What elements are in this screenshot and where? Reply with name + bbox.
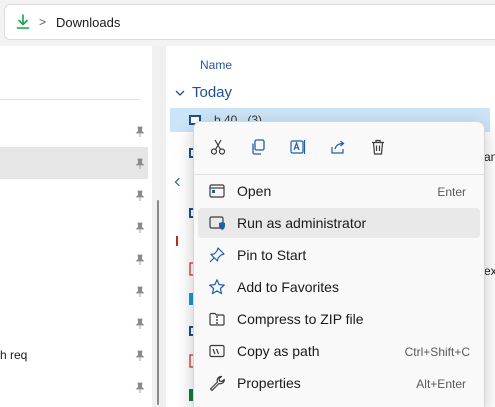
- menu-item-open[interactable]: Open Enter: [198, 176, 480, 206]
- pin-icon[interactable]: [134, 222, 146, 234]
- shield-admin-icon: [209, 216, 225, 230]
- cut-button[interactable]: [203, 132, 233, 162]
- menu-item-shortcut: Enter: [437, 185, 466, 199]
- nav-item-label[interactable]: h req: [0, 348, 27, 362]
- menu-item-add-to-favorites[interactable]: Add to Favorites: [198, 272, 480, 302]
- navigation-pane: h req: [0, 46, 152, 407]
- nav-divider: [0, 99, 140, 100]
- context-menu: Open Enter Run as administrator Pin to S…: [193, 121, 486, 407]
- nav-scrollbar-track[interactable]: [152, 46, 166, 407]
- pin-icon[interactable]: [134, 190, 146, 202]
- wrench-icon: [209, 375, 225, 392]
- menu-item-shortcut: Ctrl+Shift+C: [404, 345, 470, 359]
- menu-item-label: Run as administrator: [237, 215, 367, 231]
- group-marker: [176, 236, 178, 246]
- menu-item-pin-to-start[interactable]: Pin to Start: [198, 240, 480, 270]
- menu-item-compress-to-zip[interactable]: Compress to ZIP file: [198, 304, 480, 334]
- file-name-fragment: ex: [484, 264, 495, 278]
- download-icon: [16, 14, 30, 29]
- pin-icon[interactable]: [134, 382, 146, 394]
- chevron-down-icon: [175, 90, 185, 96]
- file-explorer-window: > Downloads h req Name Today ...b 40...(…: [0, 0, 495, 407]
- menu-item-label: Copy as path: [237, 343, 320, 359]
- menu-item-label: Compress to ZIP file: [237, 311, 364, 327]
- star-icon: [209, 279, 225, 295]
- menu-item-copy-as-path[interactable]: Copy as path Ctrl+Shift+C: [198, 336, 480, 366]
- copy-icon: [252, 139, 265, 155]
- pin-icon[interactable]: [134, 158, 146, 170]
- share-icon: [331, 140, 345, 154]
- column-header-name[interactable]: Name: [200, 58, 232, 72]
- breadcrumb-downloads[interactable]: Downloads: [56, 15, 120, 30]
- menu-item-shortcut: Alt+Enter: [416, 377, 466, 391]
- share-button[interactable]: [323, 132, 353, 162]
- copy-path-icon: [209, 344, 225, 358]
- nav-item-selected[interactable]: [0, 147, 148, 179]
- menu-separator: [194, 174, 486, 175]
- open-window-icon: [209, 184, 225, 198]
- pin-icon[interactable]: [134, 350, 146, 362]
- rename-button[interactable]: [283, 132, 313, 162]
- pin-icon[interactable]: [134, 318, 146, 330]
- menu-item-label: Open: [237, 183, 272, 199]
- delete-icon: [372, 139, 384, 155]
- cut-icon: [210, 139, 226, 155]
- rename-icon: [290, 140, 306, 154]
- quick-actions-bar: [194, 132, 486, 162]
- pin-icon[interactable]: [134, 126, 146, 138]
- group-chevron[interactable]: [174, 177, 184, 187]
- copy-button[interactable]: [243, 132, 273, 162]
- pin-icon[interactable]: [134, 286, 146, 298]
- menu-item-properties[interactable]: Properties Alt+Enter: [198, 368, 480, 398]
- pin-icon: [209, 247, 225, 263]
- group-label: Today: [192, 84, 233, 101]
- menu-item-label: Properties: [237, 375, 301, 391]
- menu-item-label: Pin to Start: [237, 247, 307, 263]
- delete-button[interactable]: [363, 132, 393, 162]
- pin-icon[interactable]: [134, 254, 146, 266]
- nav-scrollbar-thumb[interactable]: [157, 200, 159, 405]
- menu-item-run-as-administrator[interactable]: Run as administrator: [198, 208, 480, 238]
- address-bar[interactable]: > Downloads: [4, 4, 495, 40]
- group-header-today[interactable]: Today: [174, 84, 232, 101]
- zip-folder-icon: [209, 312, 225, 326]
- menu-item-label: Add to Favorites: [237, 279, 339, 295]
- breadcrumb-separator: >: [39, 15, 47, 29]
